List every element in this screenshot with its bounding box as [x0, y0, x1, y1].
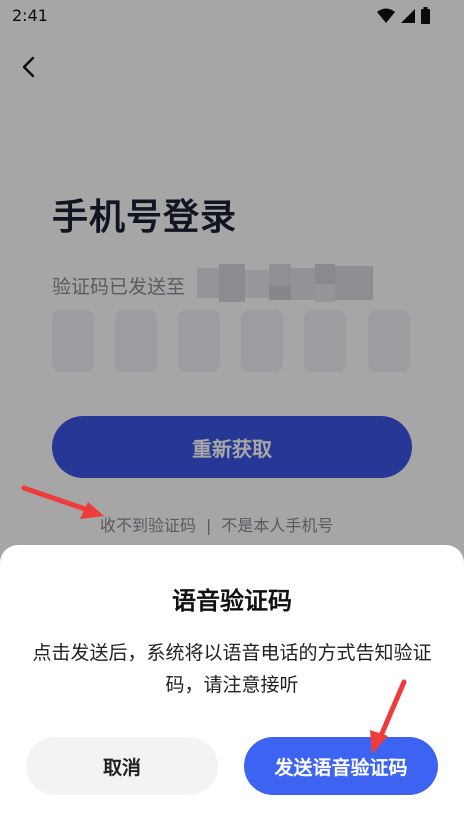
dialog-message: 点击发送后，系统将以语音电话的方式告知验证码，请注意接听	[32, 642, 432, 696]
cancel-button[interactable]: 取消	[26, 737, 218, 795]
voice-code-dialog: 语音验证码 点击发送后，系统将以语音电话的方式告知验证码，请注意接听 取消 发送…	[0, 545, 464, 825]
dialog-title: 语音验证码	[172, 587, 292, 615]
send-voice-code-button[interactable]: 发送语音验证码	[244, 737, 438, 795]
